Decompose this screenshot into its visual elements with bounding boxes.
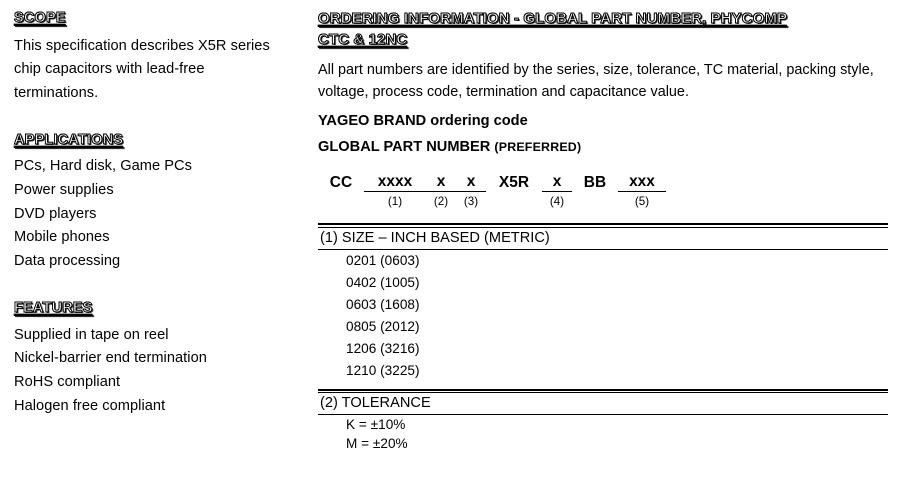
- applications-heading: APPLICATIONS: [14, 131, 124, 148]
- table-row: 1210 (3225): [346, 363, 420, 379]
- table-row: 0201 (0603): [346, 253, 420, 269]
- ordering-table: (2) TOLERANCE K = ±10% M = ±20%: [318, 388, 888, 454]
- global-part-number-note: (PREFERRED): [494, 140, 582, 155]
- part-code-reference: (5): [634, 195, 650, 209]
- scope-paragraph: This specification describes X5R series …: [14, 37, 270, 101]
- list-item: RoHS compliant: [14, 374, 121, 391]
- part-code-glyph: xxxx: [364, 173, 426, 193]
- table-row: 0805 (2012): [346, 319, 420, 335]
- table-row: K = ±10%: [346, 417, 406, 433]
- table-header: (2) TOLERANCE: [320, 395, 431, 412]
- list-item: Power supplies: [14, 181, 114, 198]
- ordering-information-heading: ORDERING INFORMATION - GLOBAL PART NUMBE…: [318, 8, 890, 51]
- part-code-glyph: x: [426, 173, 456, 193]
- features-list: Supplied in tape on reel Nickel-barrier …: [14, 324, 284, 419]
- yageo-brand-label: YAGEO BRAND ordering code: [318, 113, 528, 130]
- part-code-glyph: CC: [329, 174, 353, 192]
- part-code-segment: x: [456, 173, 486, 193]
- table-row: 1206 (3216): [346, 341, 420, 357]
- part-code-reference: (2): [433, 195, 449, 209]
- part-code-reference: (1): [387, 195, 403, 209]
- part-code-reference: (3): [463, 195, 479, 209]
- yageo-brand-line: YAGEO BRAND ordering code: [318, 113, 890, 129]
- part-code-segment: BB: [572, 174, 618, 192]
- table-row: 0402 (1005): [346, 275, 420, 291]
- applications-list: PCs, Hard disk, Game PCs Power supplies …: [14, 155, 284, 274]
- part-code-glyph: xxx: [618, 173, 666, 193]
- part-code-segment: x: [426, 173, 456, 193]
- part-code-reference-row: (1) (2) (3) (4) (5): [318, 195, 890, 211]
- part-code-row: CC xxxx x x X5R x BB xxx: [318, 172, 890, 193]
- list-item: DVD players: [14, 205, 97, 222]
- part-code-glyph: BB: [583, 174, 607, 192]
- table-header: (1) SIZE – INCH BASED (METRIC): [320, 229, 550, 246]
- table-row: M = ±20%: [346, 436, 408, 452]
- ordering-table: (1) SIZE – INCH BASED (METRIC) 0201 (0603…: [318, 223, 888, 382]
- part-code-segment: CC: [318, 174, 364, 192]
- part-code-segment: xxxx: [364, 173, 426, 193]
- features-heading: FEATURES: [14, 299, 93, 317]
- ordering-heading-line-1: ORDERING INFORMATION - GLOBAL PART NUMBE…: [318, 10, 788, 28]
- list-item: Supplied in tape on reel: [14, 326, 169, 343]
- list-item: Mobile phones: [14, 229, 110, 246]
- right-column: ORDERING INFORMATION - GLOBAL PART NUMBE…: [318, 8, 890, 453]
- datasheet-page: SCOPE This specification describes X5R s…: [0, 0, 900, 501]
- global-part-number-line: GLOBAL PART NUMBER (PREFERRED): [318, 139, 890, 155]
- table-row: 0603 (1608): [346, 297, 420, 313]
- part-code-reference: (4): [549, 195, 565, 209]
- part-code-segment: x: [542, 173, 572, 193]
- ordering-tables: (1) SIZE – INCH BASED (METRIC) 0201 (0603…: [318, 223, 890, 453]
- scope-heading: SCOPE: [14, 10, 66, 27]
- list-item: Data processing: [14, 253, 121, 270]
- part-code-glyph: x: [542, 173, 572, 193]
- part-code-glyph: X5R: [498, 174, 530, 192]
- ordering-heading-line-2: CTC & 12NC: [318, 31, 408, 49]
- list-item: PCs, Hard disk, Game PCs: [14, 158, 192, 175]
- global-part-number-label: GLOBAL PART NUMBER: [318, 139, 491, 156]
- list-item: Halogen free compliant: [14, 397, 166, 414]
- part-code-segment: xxx: [618, 173, 666, 193]
- list-item: Nickel-barrier end termination: [14, 350, 207, 367]
- part-number-code-block: CC xxxx x x X5R x BB xxx (1) (2) (3) (4) (5): [318, 172, 890, 211]
- part-code-glyph: x: [456, 173, 486, 193]
- part-code-segment: X5R: [486, 174, 542, 192]
- left-column: SCOPE This specification describes X5R s…: [14, 8, 284, 419]
- ordering-intro-paragraph: All part numbers are identified by the s…: [318, 61, 874, 100]
